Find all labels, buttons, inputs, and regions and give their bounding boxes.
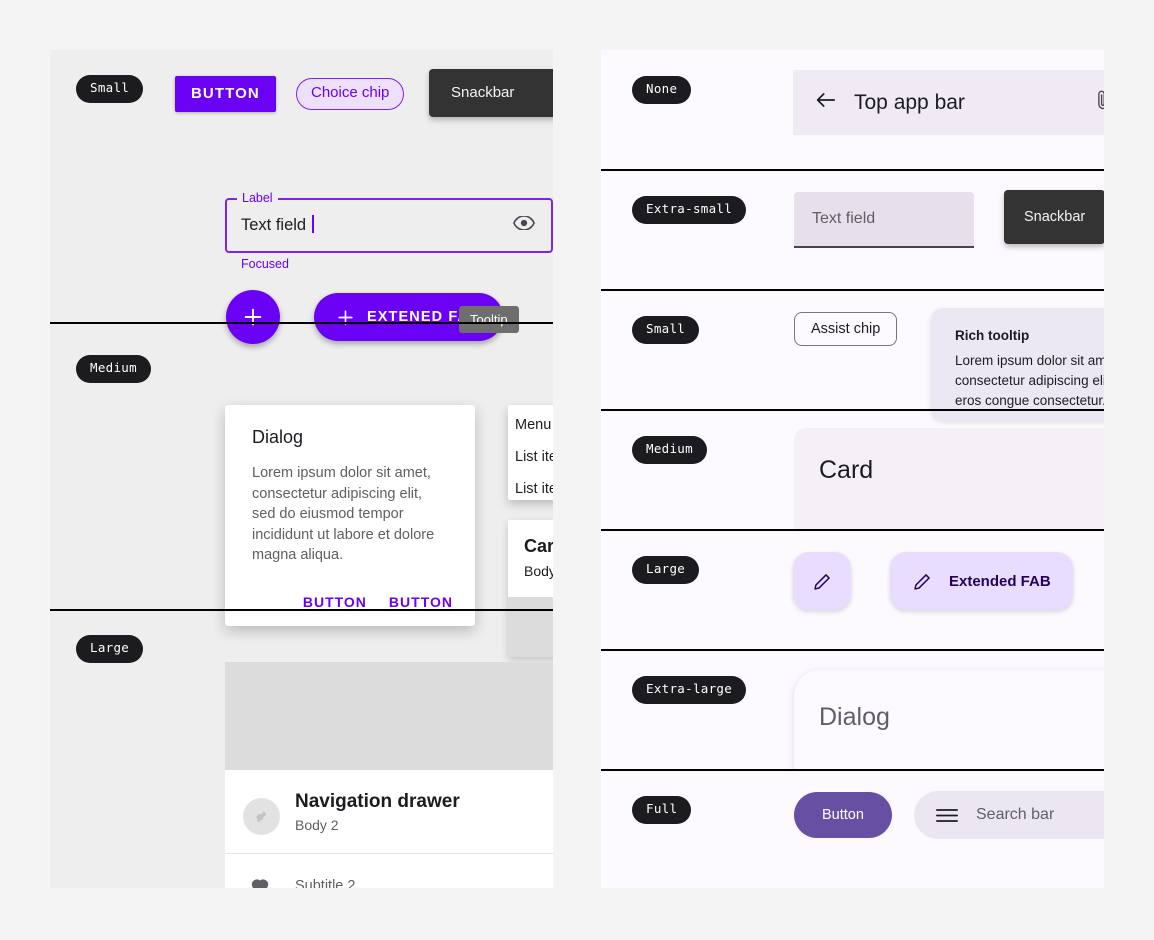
dialog: Dialog Lorem ipsum dolor sit amet, conse… bbox=[225, 405, 475, 626]
size-chip-full: Full bbox=[632, 796, 692, 824]
assist-chip[interactable]: Assist chip bbox=[794, 312, 898, 346]
search-bar[interactable]: Search bar bbox=[914, 791, 1104, 839]
text-field-helper: Focused bbox=[241, 257, 289, 271]
account-icon bbox=[256, 810, 267, 823]
fab[interactable] bbox=[226, 290, 280, 344]
size-chip-none: None bbox=[632, 76, 692, 104]
search-bar-placeholder: Search bar bbox=[976, 806, 1055, 823]
avatar bbox=[243, 798, 280, 835]
size-chip-small: Small bbox=[76, 75, 144, 103]
right-row-medium: Medium Card bbox=[601, 410, 1104, 530]
arrow-left-icon[interactable] bbox=[815, 91, 836, 114]
choice-chip[interactable]: Choice chip bbox=[296, 78, 405, 110]
text-field-placeholder: Text field bbox=[812, 210, 876, 227]
heart-icon bbox=[243, 876, 277, 888]
eye-icon[interactable] bbox=[513, 215, 535, 235]
text-field-value-text: Text field bbox=[241, 216, 307, 234]
pencil-icon bbox=[813, 573, 830, 590]
rich-tooltip-body: Lorem ipsum dolor sit amet, consectetur … bbox=[955, 353, 1104, 408]
top-app-bar: Top app bar bbox=[793, 70, 1104, 135]
nav-hero-image bbox=[225, 662, 553, 770]
card-title: Card bbox=[819, 456, 874, 484]
attachment-icon[interactable] bbox=[1095, 89, 1104, 116]
snackbar: Snackbar bbox=[1004, 190, 1104, 244]
right-row-extra-small: Extra-small Text field Snackbar bbox=[601, 170, 1104, 290]
size-chip-extra-large: Extra-large bbox=[632, 676, 747, 704]
size-chip-small: Small bbox=[632, 316, 700, 344]
assist-chip-label: Assist chip bbox=[811, 321, 881, 337]
right-row-small: Small Assist chip Rich tooltip Lorem ips… bbox=[601, 290, 1104, 420]
filled-button-label: Button bbox=[822, 807, 864, 823]
hamburger-menu-icon[interactable] bbox=[936, 808, 958, 823]
text-field-label: Label bbox=[237, 190, 278, 206]
filled-button[interactable]: Button bbox=[794, 792, 892, 838]
text-caret bbox=[312, 215, 314, 233]
extended-fab-label: Extended FAB bbox=[949, 572, 1051, 590]
dialog-action-1[interactable]: BUTTON bbox=[303, 594, 367, 610]
menu-header[interactable]: Menu bbox=[515, 417, 551, 433]
pencil-icon bbox=[914, 573, 930, 590]
dialog-title: Dialog bbox=[819, 703, 890, 731]
text-field-value: Text field bbox=[241, 215, 314, 235]
contained-button[interactable]: BUTTON bbox=[175, 76, 276, 112]
tooltip: Tooltip bbox=[459, 306, 519, 333]
rich-tooltip: Rich tooltip Lorem ipsum dolor sit amet,… bbox=[931, 308, 1104, 420]
dialog-title: Dialog bbox=[252, 427, 304, 447]
nav-item-0[interactable]: Subtitle 2 bbox=[225, 862, 553, 888]
nav-title: Navigation drawer bbox=[295, 791, 460, 812]
snackbar-label: Snackbar bbox=[1024, 209, 1086, 225]
snackbar: Snackbar bbox=[429, 69, 553, 117]
nav-item-label: Subtitle 2 bbox=[295, 878, 356, 888]
plus-icon bbox=[244, 308, 262, 326]
card[interactable]: Card bbox=[794, 428, 1104, 530]
menu-item-1[interactable]: List item bbox=[515, 481, 553, 497]
size-chip-large: Large bbox=[632, 556, 700, 584]
dialog-actions: BUTTON BUTTON bbox=[303, 594, 453, 610]
nav-subtitle: Body 2 bbox=[295, 817, 339, 833]
navigation-drawer: Navigation drawer Body 2 Subtitle 2 Subt… bbox=[225, 662, 553, 888]
extended-fab[interactable]: Extended FAB bbox=[890, 552, 1073, 610]
size-chip-large: Large bbox=[76, 635, 144, 663]
dialog: Dialog bbox=[794, 670, 1104, 770]
menu: Menu List item List item bbox=[508, 405, 553, 500]
fab[interactable] bbox=[793, 552, 851, 610]
left-divider-2 bbox=[50, 609, 553, 611]
card[interactable]: Card Body 2 bbox=[508, 520, 553, 657]
right-row-full: Full Button Search bar bbox=[601, 770, 1104, 888]
nav-divider bbox=[225, 853, 553, 854]
dialog-body: Lorem ipsum dolor sit amet, consectetur … bbox=[252, 465, 435, 563]
right-panel: None Top app bar Extra-small Text field … bbox=[601, 50, 1104, 888]
menu-item-0[interactable]: List item bbox=[515, 449, 553, 465]
left-panel: Small BUTTON Choice chip Snackbar Label … bbox=[50, 50, 553, 888]
text-field-filled[interactable]: Text field bbox=[794, 192, 974, 248]
right-row-large: Large Extended FAB bbox=[601, 530, 1104, 650]
card-title: Card bbox=[524, 536, 553, 556]
size-chip-medium: Medium bbox=[76, 355, 151, 383]
top-app-bar-title: Top app bar bbox=[854, 90, 965, 114]
right-row-extra-large: Extra-large Dialog bbox=[601, 650, 1104, 770]
size-chip-medium: Medium bbox=[632, 436, 707, 464]
size-chip-extra-small: Extra-small bbox=[632, 196, 747, 224]
card-image-placeholder bbox=[508, 597, 553, 657]
dialog-action-2[interactable]: BUTTON bbox=[389, 594, 453, 610]
right-row-none: None Top app bar bbox=[601, 50, 1104, 170]
rich-tooltip-title: Rich tooltip bbox=[955, 328, 1030, 343]
left-divider-1 bbox=[50, 322, 553, 324]
card-body: Body 2 bbox=[524, 563, 553, 579]
